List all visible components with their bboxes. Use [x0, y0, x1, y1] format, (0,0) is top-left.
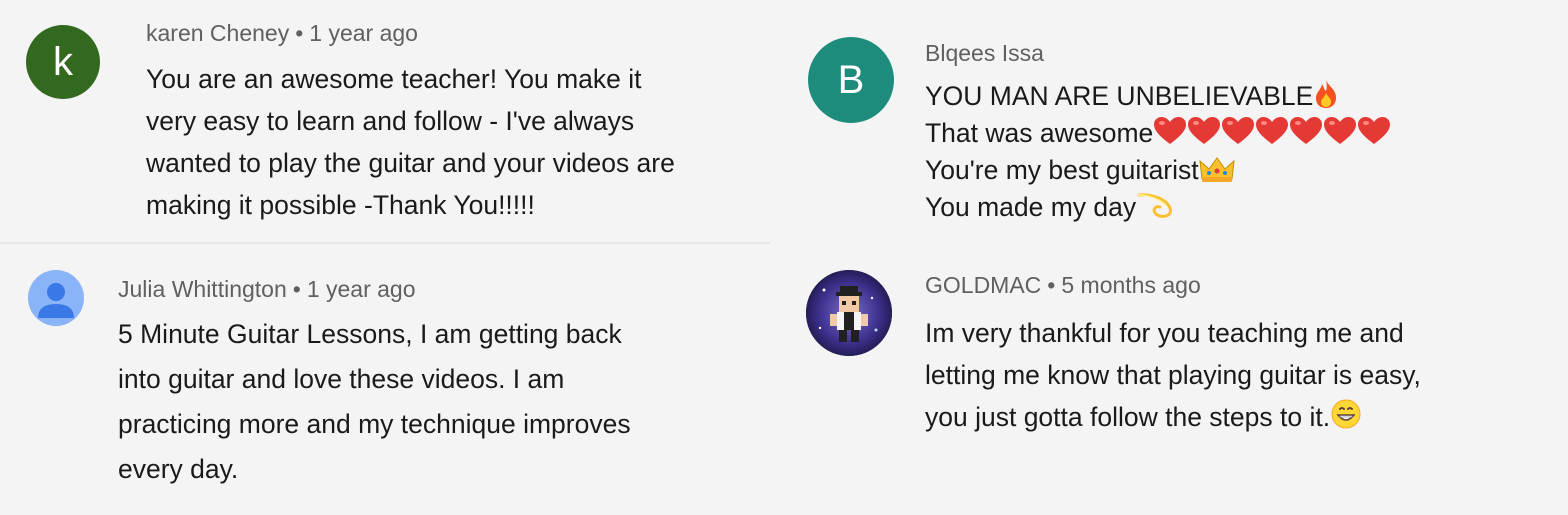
- author-name[interactable]: Julia Whittington: [118, 276, 287, 302]
- comments-divider: [0, 242, 770, 244]
- author-name[interactable]: karen Cheney: [146, 20, 289, 46]
- heart-emoji: [1221, 116, 1255, 146]
- heart-emoji: [1357, 116, 1391, 146]
- avatar[interactable]: [28, 270, 84, 326]
- meta-separator: •: [292, 276, 301, 302]
- comment-text: Im very thankful for you teaching me and…: [925, 312, 1421, 438]
- comment-line: very easy to learn and follow - I've alw…: [146, 106, 635, 136]
- avatar[interactable]: B: [808, 37, 894, 123]
- dizzy-emoji: [1136, 190, 1174, 220]
- comment-line: You are an awesome teacher! You make it: [146, 64, 642, 94]
- meta-separator: •: [1047, 272, 1056, 298]
- comment-time[interactable]: 1 year ago: [307, 276, 416, 302]
- author-name[interactable]: GOLDMAC: [925, 272, 1041, 298]
- comment-line: 5 Minute Guitar Lessons, I am getting ba…: [118, 319, 622, 349]
- comment-text: 5 Minute Guitar Lessons, I am getting ba…: [118, 312, 631, 492]
- comment-line: Im very thankful for you teaching me and: [925, 318, 1404, 348]
- comment-line: wanted to play the guitar and your video…: [146, 148, 675, 178]
- crown-emoji: [1198, 155, 1235, 183]
- comment-time[interactable]: 1 year ago: [309, 20, 418, 46]
- comment-line: making it possible -Thank You!!!!!: [146, 190, 535, 220]
- comment-meta: Blqees Issa: [925, 40, 1044, 67]
- meta-separator: •: [295, 20, 304, 46]
- grinning-emoji: [1330, 398, 1362, 430]
- comment-line-text: You're my best guitarist: [925, 155, 1199, 185]
- comment-meta: GOLDMAC • 5 months ago: [925, 272, 1201, 299]
- comment-meta: karen Cheney • 1 year ago: [146, 20, 418, 47]
- comment-meta: Julia Whittington • 1 year ago: [118, 276, 416, 303]
- heart-emoji: [1153, 116, 1187, 146]
- comment-line-text: you just gotta follow the steps to it.: [925, 402, 1331, 432]
- comment-line-2: That was awesome: [925, 115, 1391, 152]
- avatar[interactable]: [806, 270, 892, 356]
- heart-emoji: [1187, 116, 1221, 146]
- comment-line-3: You're my best guitarist: [925, 152, 1391, 189]
- comment-line: letting me know that playing guitar is e…: [925, 360, 1421, 390]
- comment-time[interactable]: 5 months ago: [1061, 272, 1200, 298]
- comment-line-4: You made my day: [925, 189, 1391, 226]
- comment-line: every day.: [118, 454, 239, 484]
- heart-emoji: [1289, 116, 1323, 146]
- avatar-letter: k: [53, 40, 73, 84]
- author-name[interactable]: Blqees Issa: [925, 40, 1044, 66]
- avatar-letter: B: [837, 58, 865, 102]
- comment-line-text: YOU MAN ARE UNBELIEVABLE: [925, 81, 1314, 111]
- comment-line-1: YOU MAN ARE UNBELIEVABLE: [925, 78, 1391, 115]
- heart-emoji: [1255, 116, 1289, 146]
- comment-line-text: You made my day: [925, 192, 1137, 222]
- comment-line: practicing more and my technique improve…: [118, 409, 631, 439]
- fire-emoji: [1313, 79, 1339, 109]
- avatar[interactable]: k: [26, 25, 100, 99]
- default-person-icon: [38, 283, 74, 318]
- heart-emoji: [1323, 116, 1357, 146]
- pixel-character-avatar: [806, 270, 892, 356]
- comment-line-3: you just gotta follow the steps to it.: [925, 396, 1421, 438]
- comment-line: into guitar and love these videos. I am: [118, 364, 565, 394]
- comment-text: YOU MAN ARE UNBELIEVABLE That was awesom…: [925, 78, 1391, 226]
- comment-text: You are an awesome teacher! You make it …: [146, 58, 675, 226]
- comment-line-text: That was awesome: [925, 118, 1154, 148]
